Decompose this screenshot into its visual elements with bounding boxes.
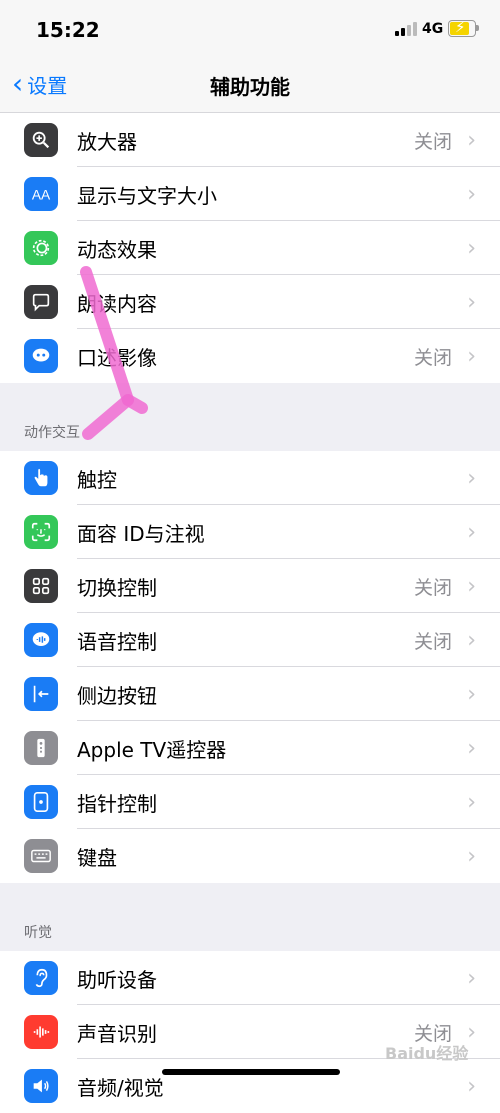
settings-list: 放大器 关闭 › AA 显示与文字大小 › 动态效果 › 朗读内容 › 口述影像 关闭 › 动作交互 触控 ›…	[0, 113, 500, 1113]
row-face-id[interactable]: 面容 ID与注视 ›	[0, 505, 500, 559]
grid-icon	[24, 569, 58, 603]
row-keyboard[interactable]: 键盘 ›	[0, 829, 500, 883]
keyboard-icon	[24, 839, 58, 873]
magnifier-icon	[24, 123, 58, 157]
chevron-right-icon: ›	[467, 181, 476, 207]
settings-group: 放大器 关闭 › AA 显示与文字大小 › 动态效果 › 朗读内容 › 口述影像 关闭 ›	[0, 113, 500, 383]
chevron-right-icon: ›	[467, 465, 476, 491]
navigation-bar: ‹ 设置 辅助功能	[0, 58, 500, 113]
row-motion[interactable]: 动态效果 ›	[0, 221, 500, 275]
network-type: 4G	[422, 21, 444, 37]
row-label: 语音控制	[77, 629, 157, 654]
row-label: 显示与文字大小	[77, 183, 217, 208]
status-time: 15:22	[36, 18, 100, 42]
row-label: 侧边按钮	[77, 683, 157, 708]
chevron-right-icon: ›	[467, 289, 476, 315]
row-label: 口述影像	[77, 345, 157, 370]
row-label: 音频/视觉	[77, 1075, 164, 1100]
row-apple-tv-remote[interactable]: Apple TV遥控器 ›	[0, 721, 500, 775]
settings-group: 助听设备 › 声音识别 关闭 › 音频/视觉 ›	[0, 951, 500, 1113]
quote-bubble-icon	[24, 339, 58, 373]
row-audio-visual[interactable]: 音频/视觉 ›	[0, 1059, 500, 1113]
chevron-right-icon: ›	[467, 573, 476, 599]
speaker-icon	[24, 1069, 58, 1103]
row-value: 关闭	[413, 130, 452, 153]
row-label: Apple TV遥控器	[77, 737, 227, 762]
row-label: 指针控制	[77, 791, 157, 816]
section-title: 动作交互	[24, 425, 80, 441]
section-header: 听觉	[0, 883, 500, 951]
row-side-button[interactable]: 侧边按钮 ›	[0, 667, 500, 721]
row-label: 助听设备	[77, 967, 157, 992]
row-display-text-size[interactable]: AA 显示与文字大小 ›	[0, 167, 500, 221]
cellular-signal-icon	[395, 22, 419, 36]
chevron-right-icon: ›	[467, 519, 476, 545]
row-zoom[interactable]: 放大器 关闭 ›	[0, 113, 500, 167]
row-switch-control[interactable]: 切换控制 关闭 ›	[0, 559, 500, 613]
chevron-right-icon: ›	[467, 627, 476, 653]
remote-icon	[24, 731, 58, 765]
row-value: 关闭	[413, 630, 452, 653]
pointer-icon	[24, 785, 58, 819]
row-label: 放大器	[77, 129, 137, 154]
hand-pointer-icon	[24, 461, 58, 495]
ear-icon	[24, 961, 58, 995]
row-label: 键盘	[77, 845, 117, 870]
row-spoken-content[interactable]: 朗读内容 ›	[0, 275, 500, 329]
aa-text-icon: AA	[24, 177, 58, 211]
side-button-icon	[24, 677, 58, 711]
row-touch[interactable]: 触控 ›	[0, 451, 500, 505]
row-value: 关闭	[413, 576, 452, 599]
chevron-right-icon: ›	[467, 735, 476, 761]
section-title: 听觉	[24, 925, 52, 941]
svg-text:AA: AA	[32, 188, 51, 203]
section-header: 动作交互	[0, 383, 500, 451]
waveform-icon	[24, 1015, 58, 1049]
status-bar: 15:22 4G ⚡	[0, 0, 500, 58]
row-label: 声音识别	[77, 1021, 157, 1046]
battery-cap	[476, 25, 479, 31]
chevron-right-icon: ›	[467, 343, 476, 369]
chevron-right-icon: ›	[467, 681, 476, 707]
watermark: Baidu经验	[385, 1044, 469, 1063]
row-label: 触控	[77, 467, 117, 492]
charging-bolt-icon: ⚡	[455, 18, 466, 36]
settings-group: 触控 › 面容 ID与注视 › 切换控制 关闭 › 语音控制 关闭 › 侧边按钮 › Apple TV遥…	[0, 451, 500, 883]
speech-bubble-icon	[24, 285, 58, 319]
motion-icon	[24, 231, 58, 265]
chevron-right-icon: ›	[467, 1073, 476, 1099]
chevron-right-icon: ›	[467, 965, 476, 991]
chevron-right-icon: ›	[467, 235, 476, 261]
face-id-icon	[24, 515, 58, 549]
home-indicator[interactable]	[162, 1069, 340, 1075]
row-value: 关闭	[413, 346, 452, 369]
chevron-right-icon: ›	[467, 789, 476, 815]
row-pointer-control[interactable]: 指针控制 ›	[0, 775, 500, 829]
row-label: 面容 ID与注视	[77, 521, 205, 546]
chevron-right-icon: ›	[467, 1019, 476, 1045]
row-label: 动态效果	[77, 237, 157, 262]
row-voice-control[interactable]: 语音控制 关闭 ›	[0, 613, 500, 667]
row-audio-descriptions[interactable]: 口述影像 关闭 ›	[0, 329, 500, 383]
chevron-right-icon: ›	[467, 843, 476, 869]
row-hearing-devices[interactable]: 助听设备 ›	[0, 951, 500, 1005]
page-title: 辅助功能	[210, 75, 290, 99]
row-label: 切换控制	[77, 575, 157, 600]
chevron-right-icon: ›	[467, 127, 476, 153]
voice-control-icon	[24, 623, 58, 657]
row-label: 朗读内容	[77, 291, 157, 316]
